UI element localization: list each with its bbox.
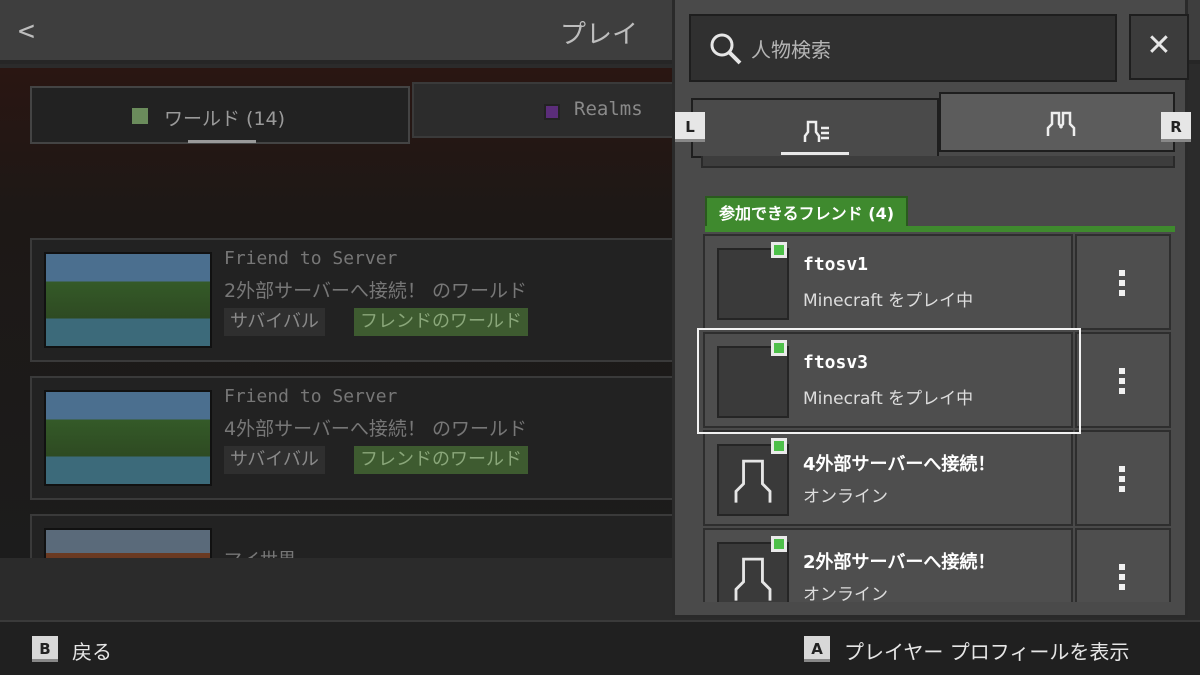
friend-row-main[interactable]: 4外部サーバーへ接続！ オンライン	[703, 430, 1073, 526]
friend-options-button[interactable]	[1075, 234, 1171, 330]
world-row[interactable]: Friend to Server 4外部サーバーへ接続！ のワールド サバイバル…	[30, 376, 674, 500]
friend-status: Minecraft をプレイ中	[803, 291, 974, 311]
game-mode-tag: サバイバル	[224, 308, 325, 336]
more-options-icon	[1119, 564, 1125, 590]
friend-row[interactable]: ftosv1 Minecraft をプレイ中	[703, 234, 1177, 330]
friend-status: オンライン	[803, 585, 888, 602]
online-status-icon	[771, 340, 787, 356]
game-mode-tag: サバイバル	[224, 446, 325, 474]
world-thumbnail	[44, 528, 212, 558]
back-button[interactable]: 戻る	[72, 636, 112, 665]
friend-name: 4外部サーバーへ接続！	[803, 454, 996, 475]
world-name: Friend to Server	[224, 248, 398, 269]
friend-options-button[interactable]	[1075, 332, 1171, 428]
more-options-icon	[1119, 368, 1125, 394]
tab-active-underline	[781, 152, 849, 155]
tab-worlds[interactable]: ワールド (14)	[30, 86, 410, 144]
more-options-icon	[1119, 466, 1125, 492]
people-search-box	[689, 14, 1117, 82]
friends-panel: ✕ L R 参加できるフレンド (4) ftosv1 Minecraft をプレ…	[672, 0, 1191, 618]
b-button-glyph: B	[32, 636, 58, 662]
friends-list-icon	[803, 120, 829, 142]
avatar	[717, 248, 789, 320]
friend-options-button[interactable]	[1075, 430, 1171, 526]
view-player-profile-button[interactable]: プレイヤー プロフィールを表示	[844, 636, 1129, 665]
footer-bar: B 戻る A プレイヤー プロフィールを表示	[0, 620, 1200, 675]
world-name: Friend to Server	[224, 386, 398, 407]
realms-icon	[544, 104, 560, 120]
screen-title: プレイ	[560, 20, 639, 50]
world-row-clip: マイ世界	[30, 514, 674, 558]
list-top-edge	[701, 156, 1175, 168]
party-icon	[1046, 111, 1076, 136]
world-thumbnail	[44, 390, 212, 486]
friend-world-tag: フレンドのワールド	[354, 446, 528, 474]
friend-name: ftosv3	[803, 352, 869, 373]
more-options-icon	[1119, 270, 1125, 296]
friend-name: 2外部サーバーへ接続！	[803, 552, 996, 573]
friend-world-tag: フレンドのワールド	[354, 308, 528, 336]
friend-name: ftosv1	[803, 254, 869, 275]
people-search-input[interactable]	[751, 32, 1091, 68]
friend-row[interactable]: 2外部サーバーへ接続！ オンライン	[703, 528, 1177, 602]
avatar	[717, 346, 789, 418]
world-row[interactable]: Friend to Server 2外部サーバーへ接続！ のワールド サバイバル…	[30, 238, 674, 362]
online-status-icon	[771, 242, 787, 258]
tab-realms-label: Realms	[574, 98, 643, 120]
world-description: 2外部サーバーへ接続！ のワールド	[224, 280, 527, 302]
l-shoulder-button-hint: L	[675, 112, 705, 142]
friend-row[interactable]: 4外部サーバーへ接続！ オンライン	[703, 430, 1177, 526]
friend-row-main[interactable]: ftosv3 Minecraft をプレイ中	[703, 332, 1073, 428]
close-icon: ✕	[1146, 28, 1172, 63]
friend-row-main[interactable]: 2外部サーバーへ接続！ オンライン	[703, 528, 1073, 602]
world-icon	[132, 108, 148, 124]
joinable-friends-header: 参加できるフレンド (4)	[705, 196, 909, 228]
friend-row[interactable]: ftosv3 Minecraft をプレイ中	[703, 332, 1177, 428]
tab-realms[interactable]: Realms	[412, 82, 674, 138]
world-description: 4外部サーバーへ接続！ のワールド	[224, 418, 527, 440]
world-row[interactable]: マイ世界	[30, 514, 674, 558]
r-shoulder-button-hint: R	[1161, 112, 1191, 142]
world-name: マイ世界	[224, 546, 296, 558]
back-arrow-icon[interactable]: <	[18, 14, 35, 47]
close-button[interactable]: ✕	[1129, 14, 1189, 80]
tab-friends[interactable]	[691, 98, 939, 158]
online-status-icon	[771, 536, 787, 552]
online-status-icon	[771, 438, 787, 454]
friend-status: Minecraft をプレイ中	[803, 389, 974, 409]
friend-options-button[interactable]	[1075, 528, 1171, 602]
search-icon	[710, 33, 742, 65]
a-button-glyph: A	[804, 636, 830, 662]
friend-row-main[interactable]: ftosv1 Minecraft をプレイ中	[703, 234, 1073, 330]
world-thumbnail	[44, 252, 212, 348]
tab-party[interactable]	[939, 92, 1175, 152]
tab-worlds-label: ワールド (14)	[164, 108, 286, 130]
tab-active-underline	[188, 140, 256, 143]
friends-list[interactable]: ftosv1 Minecraft をプレイ中 ftosv3 Minecraft …	[703, 232, 1177, 602]
friend-status: オンライン	[803, 487, 888, 507]
player-silhouette-icon	[717, 444, 789, 516]
